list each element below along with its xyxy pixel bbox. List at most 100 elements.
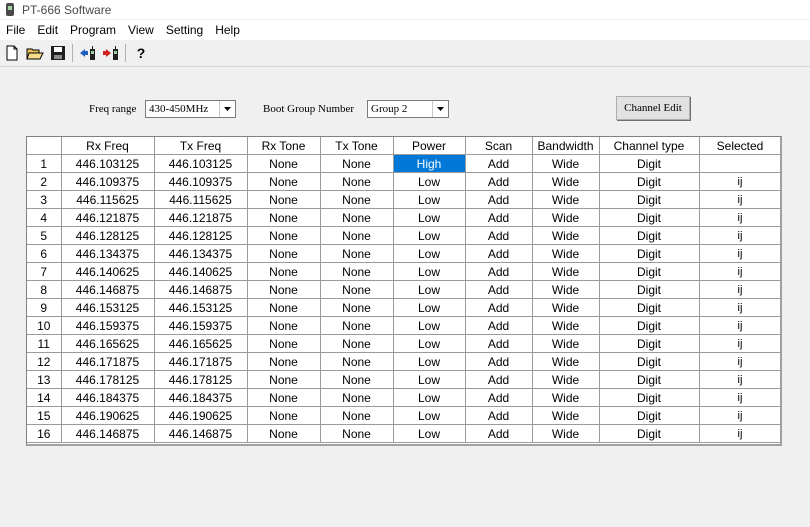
cell-rx-tone[interactable]: None	[247, 316, 321, 335]
cell-scan[interactable]: Add	[465, 226, 533, 245]
cell-bandwidth[interactable]: Wide	[532, 154, 600, 173]
cell-tx-tone[interactable]: None	[320, 406, 394, 425]
cell-tx-freq[interactable]: 446.146875	[154, 280, 248, 299]
cell-channel-type[interactable]: Digit	[599, 244, 700, 263]
cell-rx-freq[interactable]: 446.146875	[61, 280, 155, 299]
cell-tx-tone[interactable]: None	[320, 154, 394, 173]
cell-channel-type[interactable]: Digit	[599, 280, 700, 299]
column-header-tx-freq[interactable]: Tx Freq	[154, 137, 248, 155]
table-row[interactable]: 16 446.146875 446.146875 None None Low Add Wide…	[27, 424, 780, 443]
cell-tx-freq[interactable]: 446.140625	[154, 262, 248, 281]
column-header-rx-tone[interactable]: Rx Tone	[247, 137, 321, 155]
cell-bandwidth[interactable]: Wide	[532, 208, 600, 227]
cell-scan[interactable]: Add	[465, 388, 533, 407]
cell-channel-type[interactable]: Digit	[599, 262, 700, 281]
cell-tx-freq[interactable]: 446.171875	[154, 352, 248, 371]
cell-bandwidth[interactable]: Wide	[532, 316, 600, 335]
menu-help[interactable]: Help	[209, 23, 246, 37]
cell-power[interactable]: Low	[393, 298, 466, 317]
cell-power[interactable]: Low	[393, 388, 466, 407]
chevron-down-icon[interactable]	[432, 101, 448, 117]
cell-bandwidth[interactable]: Wide	[532, 406, 600, 425]
cell-tx-freq[interactable]: 446.121875	[154, 208, 248, 227]
cell-rx-tone[interactable]: None	[247, 172, 321, 191]
table-row[interactable]: 13 446.178125 446.178125 None None Low Add Wide…	[27, 370, 780, 389]
column-header-scan[interactable]: Scan	[465, 137, 533, 155]
table-row[interactable]: 15 446.190625 446.190625 None None Low Add Wide…	[27, 406, 780, 425]
cell-rx-freq[interactable]: 446.134375	[61, 244, 155, 263]
table-row[interactable]: 14 446.184375 446.184375 None None Low Add Wide…	[27, 388, 780, 407]
chevron-down-icon[interactable]	[219, 101, 235, 117]
cell-power[interactable]: Low	[393, 244, 466, 263]
column-header-bandwidth[interactable]: Bandwidth	[532, 137, 600, 155]
cell-tx-freq[interactable]: 446.165625	[154, 334, 248, 353]
cell-rx-tone[interactable]: None	[247, 154, 321, 173]
cell-tx-freq[interactable]: 446.153125	[154, 298, 248, 317]
cell-tx-freq[interactable]: 446.159375	[154, 316, 248, 335]
cell-selected[interactable]: ij	[699, 424, 780, 443]
cell-scan[interactable]: Add	[465, 424, 533, 443]
cell-power[interactable]: High	[393, 154, 466, 173]
help-button[interactable]: ?	[130, 42, 152, 64]
cell-tx-freq[interactable]: 446.115625	[154, 190, 248, 209]
cell-power[interactable]: Low	[393, 262, 466, 281]
cell-scan[interactable]: Add	[465, 244, 533, 263]
cell-tx-tone[interactable]: None	[320, 280, 394, 299]
cell-power[interactable]: Low	[393, 424, 466, 443]
cell-rx-tone[interactable]: None	[247, 352, 321, 371]
cell-rx-tone[interactable]: None	[247, 244, 321, 263]
cell-selected[interactable]: ij	[699, 370, 780, 389]
cell-tx-tone[interactable]: None	[320, 334, 394, 353]
cell-power[interactable]: Low	[393, 172, 466, 191]
cell-scan[interactable]: Add	[465, 262, 533, 281]
cell-scan[interactable]: Add	[465, 406, 533, 425]
cell-tx-tone[interactable]: None	[320, 226, 394, 245]
cell-channel-type[interactable]: Digit	[599, 190, 700, 209]
cell-rx-freq[interactable]: 446.165625	[61, 334, 155, 353]
cell-rx-tone[interactable]: None	[247, 280, 321, 299]
cell-selected[interactable]: ij	[699, 334, 780, 353]
cell-selected[interactable]	[699, 154, 780, 173]
cell-rx-freq[interactable]: 446.121875	[61, 208, 155, 227]
cell-rx-freq[interactable]: 446.190625	[61, 406, 155, 425]
cell-rx-freq[interactable]: 446.109375	[61, 172, 155, 191]
cell-channel-type[interactable]: Digit	[599, 352, 700, 371]
cell-tx-tone[interactable]: None	[320, 388, 394, 407]
cell-scan[interactable]: Add	[465, 154, 533, 173]
write-to-radio-button[interactable]	[100, 42, 122, 64]
cell-bandwidth[interactable]: Wide	[532, 262, 600, 281]
cell-bandwidth[interactable]: Wide	[532, 190, 600, 209]
cell-tx-freq[interactable]: 446.146875	[154, 424, 248, 443]
cell-bandwidth[interactable]: Wide	[532, 298, 600, 317]
table-row[interactable]: 11 446.165625 446.165625 None None Low Add Wide…	[27, 334, 780, 353]
cell-tx-tone[interactable]: None	[320, 262, 394, 281]
freq-range-select[interactable]: 430-450MHz	[145, 100, 236, 118]
table-row[interactable]: 12 446.171875 446.171875 None None Low Add Wide…	[27, 352, 780, 371]
cell-rx-tone[interactable]: None	[247, 208, 321, 227]
cell-channel-type[interactable]: Digit	[599, 424, 700, 443]
menu-file[interactable]: File	[0, 23, 31, 37]
column-header-channel-type[interactable]: Channel type	[599, 137, 700, 155]
cell-selected[interactable]: ij	[699, 298, 780, 317]
table-row[interactable]: 8 446.146875 446.146875 None None Low Add Wide D…	[27, 280, 780, 299]
cell-bandwidth[interactable]: Wide	[532, 334, 600, 353]
table-row[interactable]: 9 446.153125 446.153125 None None Low Add Wide D…	[27, 298, 780, 317]
cell-tx-tone[interactable]: None	[320, 424, 394, 443]
cell-channel-type[interactable]: Digit	[599, 406, 700, 425]
cell-bandwidth[interactable]: Wide	[532, 424, 600, 443]
cell-tx-freq[interactable]: 446.184375	[154, 388, 248, 407]
cell-rx-tone[interactable]: None	[247, 334, 321, 353]
cell-bandwidth[interactable]: Wide	[532, 388, 600, 407]
cell-selected[interactable]: ij	[699, 280, 780, 299]
cell-selected[interactable]: ij	[699, 262, 780, 281]
menu-edit[interactable]: Edit	[31, 23, 64, 37]
column-header-tx-tone[interactable]: Tx Tone	[320, 137, 394, 155]
table-row[interactable]: 6 446.134375 446.134375 None None Low Add Wide D…	[27, 244, 780, 263]
cell-tx-tone[interactable]: None	[320, 298, 394, 317]
cell-tx-tone[interactable]: None	[320, 190, 394, 209]
cell-scan[interactable]: Add	[465, 316, 533, 335]
cell-power[interactable]: Low	[393, 226, 466, 245]
cell-bandwidth[interactable]: Wide	[532, 244, 600, 263]
cell-rx-tone[interactable]: None	[247, 388, 321, 407]
cell-power[interactable]: Low	[393, 334, 466, 353]
